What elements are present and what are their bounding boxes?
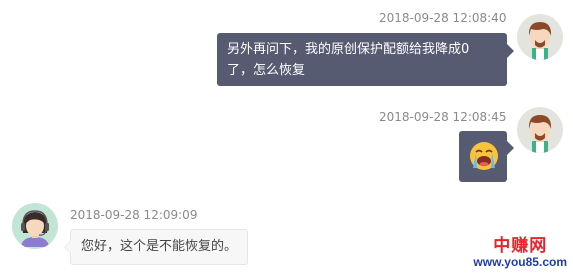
bubble-tail bbox=[507, 44, 514, 58]
watermark-url: www.you85.com bbox=[473, 255, 567, 269]
message-timestamp: 2018-09-28 12:08:40 bbox=[379, 11, 507, 25]
message-bubble-outgoing bbox=[459, 131, 514, 182]
crying-emoji-icon bbox=[470, 142, 498, 170]
user-avatar bbox=[517, 107, 563, 153]
message-bubble-incoming: 您好，这个是不能恢复的。 bbox=[64, 229, 249, 265]
watermark: 中赚网 www.you85.com bbox=[473, 237, 567, 268]
message-bubble-outgoing: 另外再问下，我的原创保护配额给我降成0 了，怎么恢复 bbox=[217, 33, 514, 86]
watermark-title: 中赚网 bbox=[493, 236, 548, 255]
user-avatar bbox=[517, 14, 563, 60]
message-timestamp: 2018-09-28 12:09:09 bbox=[70, 208, 198, 222]
message-text: 您好，这个是不能恢复的。 bbox=[81, 239, 238, 254]
bubble-tail bbox=[507, 141, 514, 155]
message-text-line: 了，怎么恢复 bbox=[227, 63, 306, 78]
support-agent-avatar bbox=[12, 203, 58, 249]
message-timestamp: 2018-09-28 12:08:45 bbox=[379, 110, 507, 124]
message-text-line: 另外再问下，我的原创保护配额给我降成0 bbox=[227, 42, 470, 57]
bubble-tail-inner bbox=[65, 241, 71, 253]
